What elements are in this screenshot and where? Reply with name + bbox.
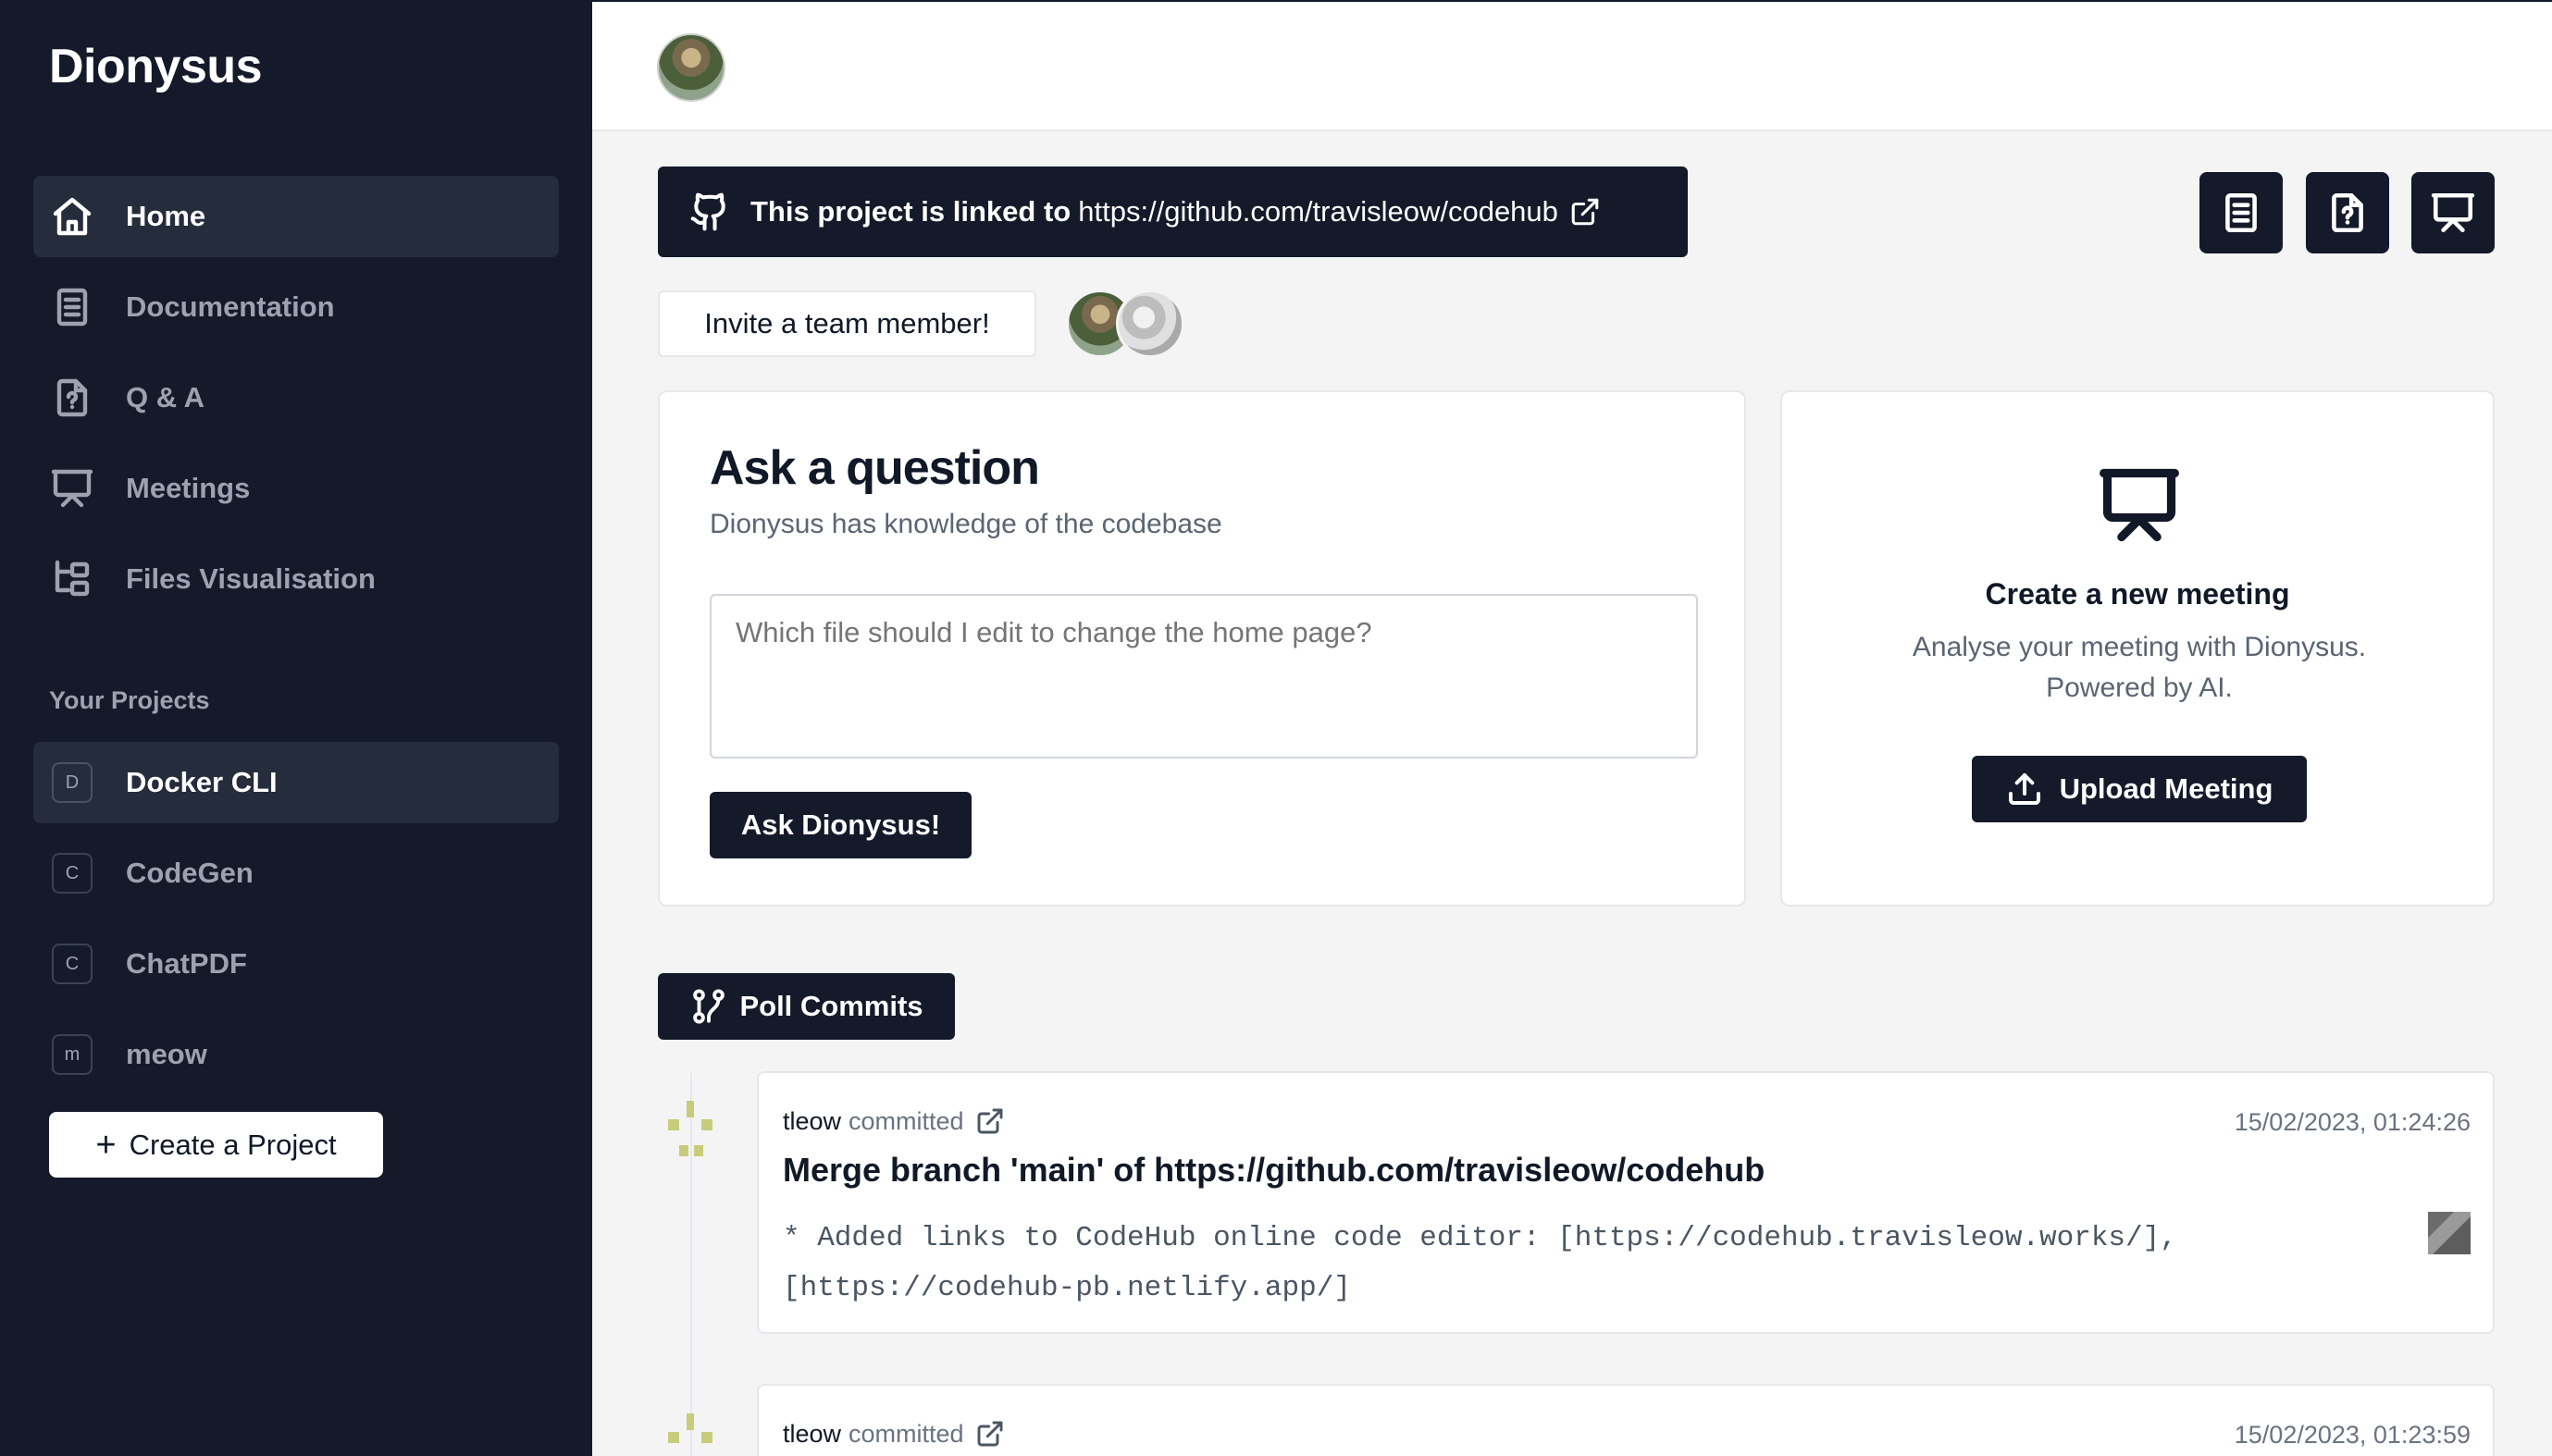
sidebar-item-meetings[interactable]: Meetings <box>33 448 559 529</box>
invite-member-button[interactable]: Invite a team member! <box>658 290 1036 357</box>
banner-prefix: This project is linked to <box>750 195 1072 228</box>
book-icon <box>48 283 96 331</box>
ask-title: Ask a question <box>710 441 1040 495</box>
project-badge: m <box>52 1034 93 1075</box>
sidebar-item-label: Q & A <box>126 381 204 413</box>
project-badge: C <box>52 944 93 984</box>
presentation-icon <box>48 464 96 512</box>
commit-header: tleow committed <box>783 1106 1005 1136</box>
project-item-meow[interactable]: m meow <box>33 1014 559 1095</box>
ask-submit-button[interactable]: Ask Dionysus! <box>710 792 972 858</box>
commit-author-avatar <box>661 1413 720 1456</box>
external-link-icon[interactable] <box>975 1106 1005 1136</box>
presentation-icon <box>2431 192 2475 233</box>
commit-verb: committed <box>849 1106 964 1135</box>
commit-title: Merge branch 'main' of https://github.co… <box>783 1151 1765 1189</box>
sidebar-item-files-visualisation[interactable]: Files Visualisation <box>33 538 559 620</box>
user-avatar[interactable] <box>657 33 725 102</box>
repo-url-link[interactable]: https://github.com/travisleow/codehub <box>1078 195 1558 228</box>
sidebar-item-qa[interactable]: Q & A <box>33 357 559 438</box>
project-item-chatpdf[interactable]: C ChatPDF <box>33 923 559 1005</box>
sidebar-item-documentation[interactable]: Documentation <box>33 266 559 348</box>
plus-icon: + <box>95 1125 117 1165</box>
commit-author-avatar <box>661 1101 720 1160</box>
meeting-title: Create a new meeting <box>1985 577 2290 611</box>
ask-question-card: Ask a question Dionysus has knowledge of… <box>658 390 1746 907</box>
projects-section-label: Your Projects <box>49 686 210 714</box>
commit-card: tleow committed 15/02/2023, 01:24:26 Mer… <box>757 1071 2495 1334</box>
ask-subtitle: Dionysus has knowledge of the codebase <box>710 509 1222 539</box>
question-input[interactable] <box>710 594 1698 759</box>
book-icon <box>2225 192 2257 233</box>
home-icon <box>48 192 96 241</box>
app-brand: Dionysus <box>49 40 263 93</box>
sidebar: Dionysus Home Documentation Q & A Meetin… <box>0 0 592 1456</box>
commit-author: tleow <box>783 1419 842 1448</box>
poll-commits-label: Poll Commits <box>739 990 923 1022</box>
commit-verb: committed <box>849 1419 964 1448</box>
sidebar-item-label: Files Visualisation <box>126 562 376 595</box>
commit-card: tleow committed 15/02/2023, 01:23:59 <box>757 1384 2495 1456</box>
meeting-subtitle: Analyse your meeting with Dionysus. Powe… <box>1912 632 2367 703</box>
commit-timestamp: 15/02/2023, 01:24:26 <box>2234 1108 2471 1136</box>
upload-meeting-button[interactable]: Upload Meeting <box>1972 756 2307 822</box>
meetings-button[interactable] <box>2411 172 2495 253</box>
commit-timestamp: 15/02/2023, 01:23:59 <box>2234 1421 2471 1449</box>
git-compare-icon <box>693 989 725 1024</box>
project-badge: C <box>52 853 93 894</box>
commit-header: tleow committed <box>783 1419 1005 1449</box>
file-question-icon <box>2332 192 2363 233</box>
upload-icon <box>2008 773 2040 805</box>
project-badge: D <box>52 762 93 803</box>
create-meeting-card: Create a new meeting Analyse your meetin… <box>1780 390 2495 907</box>
project-item-codegen[interactable]: C CodeGen <box>33 833 559 914</box>
top-bar <box>592 0 2552 131</box>
documentation-button[interactable] <box>2199 172 2283 253</box>
sidebar-item-label: Home <box>126 200 206 232</box>
external-link-icon[interactable] <box>975 1419 1005 1449</box>
folder-tree-icon <box>48 555 96 603</box>
qa-button[interactable] <box>2306 172 2389 253</box>
project-label: meow <box>126 1038 207 1070</box>
github-icon <box>690 192 725 231</box>
presentation-icon <box>2097 463 2182 548</box>
sidebar-item-home[interactable]: Home <box>33 176 559 257</box>
project-item-docker-cli[interactable]: D Docker CLI <box>33 742 559 823</box>
file-question-icon <box>48 374 96 422</box>
poll-commits-button[interactable]: Poll Commits <box>658 973 955 1040</box>
upload-meeting-label: Upload Meeting <box>2059 772 2273 805</box>
create-project-label: Create a Project <box>129 1128 337 1161</box>
commit-author: tleow <box>783 1106 842 1135</box>
sidebar-item-label: Meetings <box>126 472 251 504</box>
commit-body: * Added links to CodeHub online code edi… <box>783 1222 2177 1304</box>
create-project-button[interactable]: + Create a Project <box>49 1112 383 1178</box>
external-link-icon <box>1571 198 1599 226</box>
project-label: ChatPDF <box>126 947 247 980</box>
repo-link-banner[interactable]: This project is linked to https://github… <box>658 167 1688 257</box>
project-label: Docker CLI <box>126 766 278 798</box>
commit-thumbnail <box>2428 1212 2471 1254</box>
project-label: CodeGen <box>126 857 254 889</box>
sidebar-item-label: Documentation <box>126 290 335 323</box>
member-avatar <box>1116 290 1184 358</box>
